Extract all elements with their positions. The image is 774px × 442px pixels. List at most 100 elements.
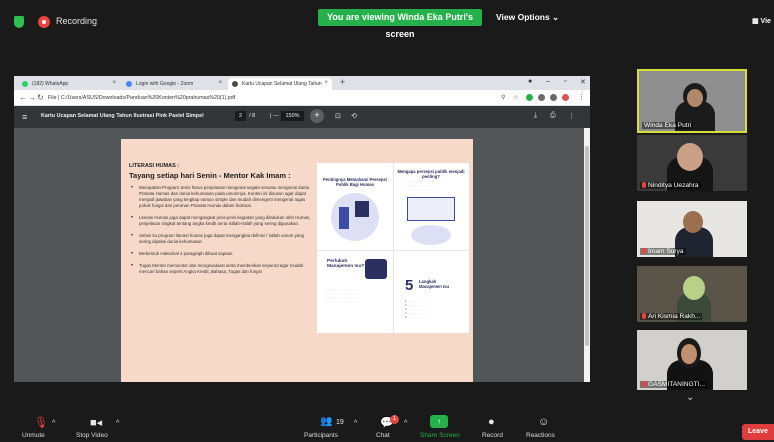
- star-icon[interactable]: ☆: [513, 94, 518, 101]
- video-feed: [687, 89, 703, 107]
- participants-icon[interactable]: 👥: [320, 416, 332, 427]
- close-window-icon[interactable]: ✕: [580, 78, 586, 86]
- participant-name: GASMITANINGTI...: [648, 381, 706, 388]
- participant-tile[interactable]: Ari Kismia Rakh...: [637, 266, 747, 322]
- section-subtitle: Tayang setiap hari Senin - Mentor Kak Im…: [129, 171, 291, 180]
- extension-icon[interactable]: [538, 94, 545, 101]
- participant-tile[interactable]: Imam Surya: [637, 201, 747, 257]
- rotate-icon[interactable]: ⟲: [351, 112, 357, 120]
- record-icon[interactable]: ●: [488, 416, 495, 428]
- extension-icon[interactable]: [526, 94, 533, 101]
- new-tab-button[interactable]: +: [340, 77, 345, 87]
- minimize-icon[interactable]: –: [546, 78, 550, 85]
- reactions-button[interactable]: Reactions: [526, 432, 555, 439]
- infographic-title: Mengapa persepsi publik menjadi penting?: [397, 169, 465, 179]
- meeting-toolbar: 🎙 ^ Unmute ■◂ ^ Stop Video 👥 19 ^ Partic…: [0, 410, 774, 442]
- share-screen-icon[interactable]: ↑: [430, 415, 448, 428]
- tab-kartu-ucapan[interactable]: Kartu Ucapan Selamat Ulang Tahun ×: [228, 78, 332, 90]
- maximize-icon[interactable]: ▫: [564, 78, 566, 85]
- zoom-level[interactable]: 150%: [281, 111, 304, 121]
- chevron-up-icon[interactable]: ^: [52, 420, 55, 427]
- search-icon[interactable]: ⚲: [501, 94, 505, 101]
- muted-mic-icon: [642, 313, 646, 319]
- stop-video-button[interactable]: Stop Video: [76, 432, 108, 439]
- close-tab-icon[interactable]: ×: [324, 80, 328, 86]
- scroll-thumb[interactable]: [585, 146, 589, 346]
- participant-tile[interactable]: Winda Eka Putri: [637, 69, 747, 133]
- browser-tab-strip: (182) WhatsApp × Login with Google - Zoo…: [14, 76, 590, 90]
- video-feed: [683, 276, 705, 300]
- participant-name: Winda Eka Putri: [642, 122, 694, 129]
- more-icon[interactable]: ⋮: [568, 112, 575, 120]
- shared-screen-browser: (182) WhatsApp × Login with Google - Zoo…: [14, 76, 590, 382]
- pdf-page: LITERASI HUMAS : Tayang setiap hari Seni…: [121, 139, 473, 382]
- fit-page-icon[interactable]: ⊡: [335, 112, 341, 120]
- back-icon[interactable]: ←: [19, 93, 27, 102]
- participant-name: Ari Kismia Rakh...: [648, 313, 701, 320]
- zoom-icon: [126, 81, 132, 87]
- page-number-input[interactable]: 2: [235, 111, 247, 121]
- print-icon[interactable]: ⎙: [550, 112, 556, 120]
- chevron-up-icon[interactable]: ^: [404, 420, 407, 427]
- menu-icon[interactable]: ≡: [22, 112, 27, 122]
- zoom-out-button[interactable]: —: [273, 113, 279, 119]
- tab-whatsapp[interactable]: (182) WhatsApp ×: [18, 78, 120, 90]
- zoom-controls: | —150%: [270, 111, 307, 121]
- leave-button[interactable]: Leave: [742, 424, 774, 440]
- muted-mic-icon: [642, 248, 646, 254]
- illustration: [339, 207, 349, 229]
- infographic-text: · · · · · · · · · · · · · · · · · · · · ·…: [403, 179, 433, 191]
- illustration: [411, 225, 451, 245]
- download-icon[interactable]: ⤓: [534, 112, 537, 120]
- close-tab-icon[interactable]: ×: [112, 80, 116, 86]
- unmute-button[interactable]: Unmute: [22, 432, 45, 439]
- zoom-in-button[interactable]: +: [310, 109, 324, 123]
- tab-zoom-login[interactable]: Login with Google - Zoom ×: [122, 78, 226, 90]
- whatsapp-icon: [22, 81, 28, 87]
- shield-icon[interactable]: [14, 16, 24, 28]
- chevron-up-icon[interactable]: ^: [116, 420, 119, 427]
- scrollbar[interactable]: [584, 128, 590, 382]
- muted-mic-icon[interactable]: 🎙: [34, 416, 48, 429]
- chevron-up-icon[interactable]: ^: [354, 420, 357, 427]
- list-item: Tugas Mentor memonitor dan mengevaluasi …: [129, 263, 313, 275]
- list-item: Selain itu program literasi humas juga d…: [129, 233, 313, 245]
- more-icon[interactable]: ⋮: [578, 93, 585, 101]
- bullet-list: Merupakan Program Jenis harus penjelasan…: [129, 185, 313, 281]
- tab-label: (182) WhatsApp: [32, 81, 69, 87]
- forward-icon[interactable]: →: [28, 93, 36, 102]
- record-button[interactable]: Record: [482, 432, 503, 439]
- video-feed: [677, 143, 703, 171]
- view-options-button[interactable]: View Options ⌄: [496, 12, 559, 23]
- video-feed: [681, 344, 697, 364]
- chat-badge: 1: [390, 415, 399, 424]
- participant-name: Ninditya Uezahra: [648, 182, 699, 189]
- muted-mic-icon: [642, 182, 646, 188]
- viewing-screen-banner: You are viewing Winda Eka Putri's screen: [318, 9, 482, 39]
- close-tab-icon[interactable]: ×: [218, 80, 222, 86]
- illustration: [407, 197, 455, 221]
- infographic-text: · · · · · · · · · · · · · · · · · · · · ·…: [325, 287, 359, 303]
- chevron-down-icon[interactable]: ⌄: [686, 392, 694, 403]
- video-camera-icon[interactable]: ■◂: [90, 416, 102, 429]
- participant-tile[interactable]: GASMITANINGTI...: [637, 330, 747, 390]
- zoom-meeting-window: Recording You are viewing Winda Eka Putr…: [0, 0, 774, 442]
- list-item: Literasi Humas juga dapat mengangkat jen…: [129, 215, 313, 227]
- avatar[interactable]: [562, 94, 569, 101]
- page-total: / 8: [249, 113, 256, 119]
- participant-tile[interactable]: Ninditya Uezahra: [637, 135, 747, 191]
- url-field[interactable]: File | C:/Users/ASUS/Downloads/Panduan%2…: [48, 95, 235, 101]
- share-screen-button[interactable]: Share Screen: [420, 432, 460, 439]
- profile-icon[interactable]: ●: [528, 78, 532, 85]
- page-indicator: 2/ 8: [235, 111, 255, 121]
- illustration: [365, 259, 387, 279]
- chat-button[interactable]: Chat: [376, 432, 390, 439]
- participants-button[interactable]: Participants: [304, 432, 338, 439]
- reactions-icon[interactable]: ☺: [538, 416, 549, 428]
- tab-label: Kartu Ucapan Selamat Ulang Tahun: [242, 81, 322, 87]
- puzzle-icon[interactable]: [550, 94, 557, 101]
- reload-icon[interactable]: ↻: [37, 93, 44, 102]
- gallery-view-button[interactable]: ▦ Vie: [752, 17, 771, 25]
- pdf-viewer[interactable]: LITERASI HUMAS : Tayang setiap hari Seni…: [14, 128, 584, 382]
- recording-label: Recording: [56, 16, 98, 26]
